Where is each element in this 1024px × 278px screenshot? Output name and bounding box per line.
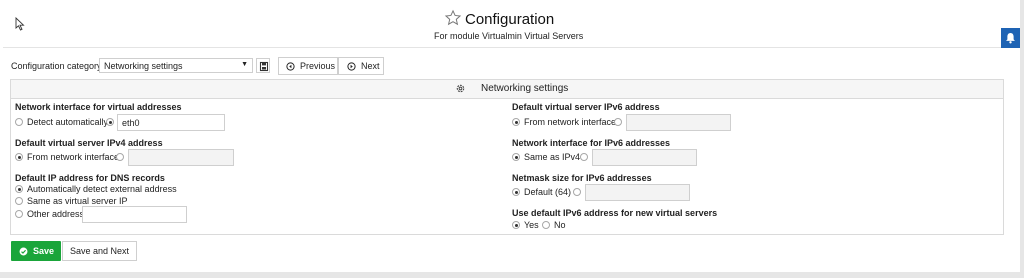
gear-icon [456,84,465,93]
dns-same-label: Same as virtual server IP [27,196,128,206]
ipv4-from-iface-radio[interactable] [15,153,23,161]
window-frame-bottom [0,272,1024,278]
ipv4-custom-radio[interactable] [116,153,124,161]
category-select[interactable]: Networking settings ▼ [99,58,253,73]
netmask6-default-radio[interactable] [512,188,520,196]
iface6-label: Network interface for IPv6 addresses [512,138,671,148]
iface-label: Network interface for virtual addresses [15,102,182,112]
iface6-input[interactable] [592,149,697,166]
netmask6-input[interactable] [585,184,690,201]
category-select-value: Networking settings [104,61,183,71]
panel-title: Networking settings [481,83,569,94]
netmask6-label: Netmask size for IPv6 addresses [512,173,652,183]
iface-input[interactable]: eth0 [117,114,225,131]
iface-custom-radio[interactable] [106,118,114,126]
iface-auto-radio[interactable] [15,118,23,126]
window-frame-right [1020,0,1024,278]
ipv6-from-iface-radio[interactable] [512,118,520,126]
use-default6-label: Use default IPv6 address for new virtual… [512,208,718,218]
dns-other-radio[interactable] [15,210,23,218]
previous-label: Previous [300,61,336,71]
next-label: Next [361,61,380,71]
ipv4-input[interactable] [128,149,234,166]
category-label: Configuration category: [11,61,105,71]
previous-icon [286,61,295,71]
ipv6-custom-radio[interactable] [614,118,622,126]
notifications-button[interactable] [1001,28,1020,48]
netmask6-custom-radio[interactable] [573,188,581,196]
bell-icon [1006,32,1015,44]
panel-header: Networking settings [11,80,1003,99]
ipv4-label: Default virtual server IPv4 address [15,138,163,148]
next-button[interactable]: Next [338,57,384,75]
save-button[interactable]: Save [11,241,61,261]
dns-same-radio[interactable] [15,197,23,205]
save-icon-button[interactable] [256,58,270,73]
iface6-same-radio[interactable] [512,153,520,161]
ipv6-from-iface-label: From network interface [524,117,617,127]
mouse-cursor-icon [15,17,25,31]
ipv4-from-iface-label: From network interface [27,152,120,162]
use-default6-no-label: No [554,220,566,230]
dns-auto-radio[interactable] [15,185,23,193]
ipv6-input[interactable] [626,114,731,131]
ipv6-label: Default virtual server IPv6 address [512,102,660,112]
save-label: Save [33,246,55,256]
next-icon [347,61,356,71]
iface6-same-label: Same as IPv4 [524,152,581,162]
dns-label: Default IP address for DNS records [15,173,165,183]
dns-other-input[interactable] [82,206,187,223]
use-default6-yes-radio[interactable] [512,221,520,229]
dns-other-label: Other address [27,209,85,219]
dns-auto-label: Automatically detect external address [27,184,177,194]
previous-button[interactable]: Previous [278,57,338,75]
use-default6-yes-label: Yes [524,220,539,230]
page-title: Configuration [465,11,555,28]
use-default6-no-radio[interactable] [542,221,550,229]
save-and-next-label: Save and Next [69,246,130,256]
netmask6-default-label: Default (64) [524,187,572,197]
save-and-next-button[interactable]: Save and Next [62,241,137,261]
star-icon[interactable] [444,9,462,27]
check-icon [19,247,28,255]
page-subtitle: For module Virtualmin Virtual Servers [434,31,584,41]
save-icon [259,61,269,72]
iface6-custom-radio[interactable] [580,153,588,161]
chevron-down-icon: ▼ [241,61,248,68]
iface-auto-label: Detect automatically [27,117,109,127]
